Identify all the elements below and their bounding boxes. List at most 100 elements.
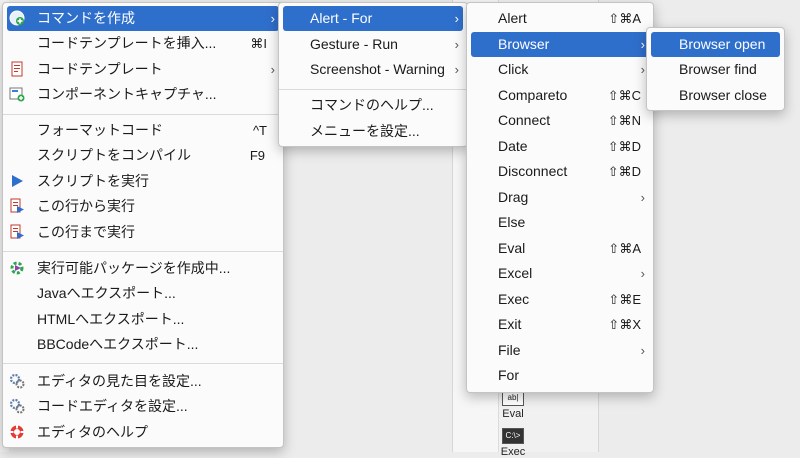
menu-item-click[interactable]: Click › [471, 57, 649, 82]
run-from-line-icon [10, 198, 24, 213]
menu-item-label: Screenshot - Warning [310, 61, 445, 77]
menu-item-export-java[interactable]: Javaへエクスポート... [7, 281, 279, 306]
shortcut-label: ^T [252, 123, 267, 138]
menu-item-label: スクリプトをコンパイル [37, 147, 191, 163]
shortcut-label: ⇧⌘A [608, 241, 641, 256]
menu-item-compile-script[interactable]: スクリプトをコンパイル F9 [7, 143, 279, 168]
menu-item-label: Excel [498, 265, 533, 281]
menu-item-export-bbcode[interactable]: BBCodeへエクスポート... [7, 332, 279, 357]
menu-item-editor-appearance[interactable]: エディタの見た目を設定... [7, 369, 279, 394]
menu-item-label: Javaへエクスポート... [37, 285, 176, 301]
menu-item-component-capture[interactable]: コンポーネントキャプチャ... [7, 82, 279, 107]
run-to-line-icon [10, 224, 24, 239]
menu-item-browser[interactable]: Browser › [471, 32, 649, 57]
menu-item-label: HTMLへエクスポート... [37, 311, 185, 327]
tool-eval-label: Eval [502, 408, 524, 420]
menu-item-code-editor-settings[interactable]: コードエディタを設定... [7, 394, 279, 419]
gear-icon [9, 373, 25, 389]
chevron-right-icon: › [270, 11, 275, 26]
menu-item-label: コマンドを作成 [37, 10, 135, 26]
gear-icon [9, 398, 25, 414]
editor-context-menu: コマンドを作成 › コードテンプレートを挿入... ⌘I コードテンプレート ›… [2, 2, 284, 448]
menu-item-label: コンポーネントキャプチャ... [37, 86, 217, 102]
menu-item-gesture-run[interactable]: Gesture - Run › [283, 32, 463, 57]
menu-item-label: Drag [498, 189, 529, 205]
document-icon [11, 61, 23, 77]
menu-item-excel[interactable]: Excel › [471, 261, 649, 286]
menu-item-label: この行まで実行 [37, 224, 135, 240]
menu-item-label: Click [498, 61, 529, 77]
menu-separator [279, 89, 467, 90]
exec-tool-icon: C:\> [502, 428, 524, 444]
chevron-right-icon: › [640, 343, 645, 358]
chevron-right-icon: › [454, 11, 459, 26]
menu-item-label: File [498, 342, 521, 358]
menu-item-browser-find[interactable]: Browser find [651, 57, 780, 82]
menu-item-label: フォーマットコード [37, 122, 163, 138]
chevron-right-icon: › [640, 62, 645, 77]
menu-item-else[interactable]: Else [471, 210, 649, 235]
shortcut-label: ⇧⌘A [608, 11, 641, 26]
tool-exec[interactable]: C:\> Exec [500, 428, 526, 458]
chevron-right-icon: › [270, 62, 275, 77]
menu-item-label: コマンドのヘルプ... [310, 97, 434, 113]
shortcut-label: F9 [249, 148, 265, 163]
shortcut-label: ⇧⌘N [607, 113, 641, 128]
shortcut-label: ⇧⌘D [607, 139, 641, 154]
menu-item-label: Alert - For [310, 10, 373, 26]
chevron-right-icon: › [640, 37, 645, 52]
menu-item-format-code[interactable]: フォーマットコード ^T [7, 118, 279, 143]
menu-item-run-script[interactable]: スクリプトを実行 [7, 169, 279, 194]
menu-item-disconnect[interactable]: Disconnect ⇧⌘D [471, 159, 649, 184]
menu-item-label: コードエディタを設定... [37, 398, 188, 414]
menu-item-browser-open[interactable]: Browser open [651, 32, 780, 57]
menu-item-label: コードテンプレートを挿入... [37, 35, 217, 51]
menu-item-connect[interactable]: Connect ⇧⌘N [471, 108, 649, 133]
menu-item-code-template[interactable]: コードテンプレート › [7, 57, 279, 82]
menu-item-label: Compareto [498, 87, 568, 103]
menu-item-drag[interactable]: Drag › [471, 185, 649, 210]
menu-item-label: Exit [498, 316, 522, 332]
menu-item-label: Alert [498, 10, 527, 26]
menu-item-eval[interactable]: Eval ⇧⌘A [471, 236, 649, 261]
package-icon [10, 261, 24, 275]
menu-item-alert-for[interactable]: Alert - For › [283, 6, 463, 31]
tool-eval[interactable]: ab| Eval [500, 390, 526, 420]
menu-separator [3, 363, 283, 364]
command-category-submenu: Alert - For › Gesture - Run › Screenshot… [278, 2, 468, 147]
menu-item-label: Disconnect [498, 163, 568, 179]
shortcut-label: ⌘I [250, 36, 267, 51]
menu-item-file[interactable]: File › [471, 338, 649, 363]
shortcut-label: ⇧⌘E [608, 292, 641, 307]
menu-item-command-help[interactable]: コマンドのヘルプ... [283, 93, 463, 118]
menu-item-screenshot-warning[interactable]: Screenshot - Warning › [283, 57, 463, 82]
menu-item-browser-close[interactable]: Browser close [651, 83, 780, 108]
shortcut-label: ⇧⌘D [607, 164, 641, 179]
menu-item-label: スクリプトを実行 [37, 173, 149, 189]
menu-item-label: Date [498, 138, 528, 154]
browser-submenu: Browser open Browser find Browser close [646, 27, 785, 111]
menu-item-insert-template[interactable]: コードテンプレートを挿入... ⌘I [7, 31, 279, 56]
menu-item-label: エディタの見た目を設定... [37, 373, 202, 389]
lifebuoy-icon [10, 425, 24, 439]
menu-item-compareto[interactable]: Compareto ⇧⌘C [471, 83, 649, 108]
menu-item-menu-settings[interactable]: メニューを設定... [283, 119, 463, 144]
menu-item-run-to-line[interactable]: この行まで実行 [7, 220, 279, 245]
menu-item-label: Else [498, 214, 526, 230]
menu-item-editor-help[interactable]: エディタのヘルプ [7, 420, 279, 445]
menu-item-label: Browser close [679, 87, 767, 103]
menu-item-date[interactable]: Date ⇧⌘D [471, 134, 649, 159]
menu-item-label: メニューを設定... [310, 123, 420, 139]
menu-item-export-html[interactable]: HTMLへエクスポート... [7, 307, 279, 332]
menu-separator [3, 114, 283, 115]
menu-item-exit[interactable]: Exit ⇧⌘X [471, 312, 649, 337]
tool-exec-label: Exec [500, 446, 526, 458]
menu-item-label: Eval [498, 240, 526, 256]
menu-item-label: Browser [498, 36, 550, 52]
menu-item-run-from-line[interactable]: この行から実行 [7, 194, 279, 219]
menu-item-create-command[interactable]: コマンドを作成 › [7, 6, 279, 31]
menu-item-alert[interactable]: Alert ⇧⌘A [471, 6, 649, 31]
menu-item-create-package[interactable]: 実行可能パッケージを作成中... [7, 256, 279, 281]
menu-item-exec[interactable]: Exec ⇧⌘E [471, 287, 649, 312]
menu-item-for[interactable]: For [471, 363, 649, 388]
